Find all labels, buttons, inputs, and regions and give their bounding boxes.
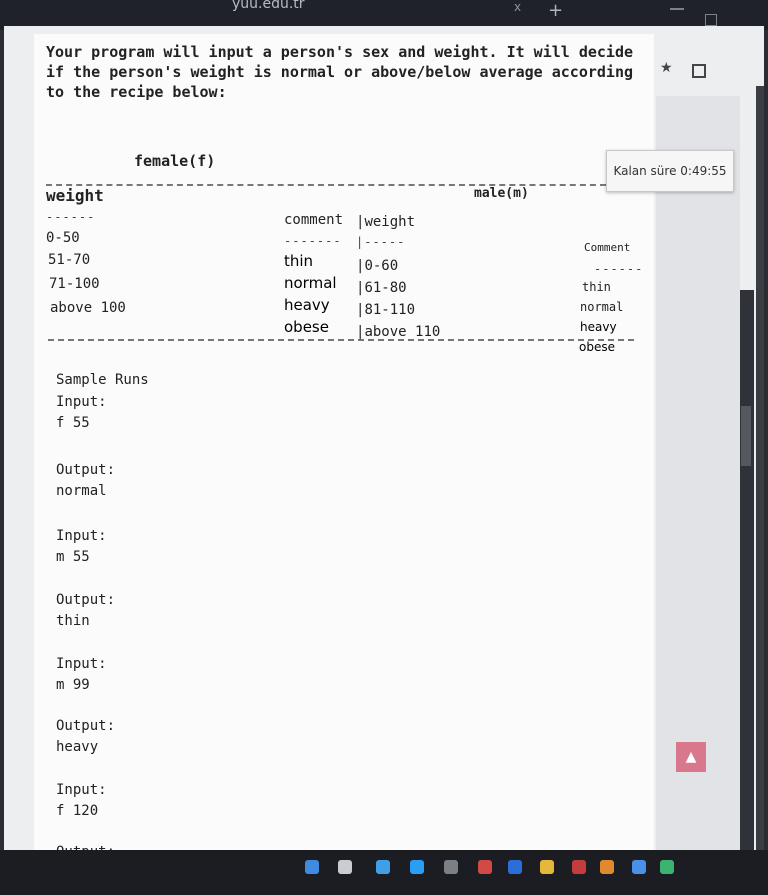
- app-icon[interactable]: [660, 860, 674, 874]
- sample-input-value: f 55: [56, 415, 90, 431]
- female-header: female(f): [134, 152, 216, 170]
- female-weight-cell: 0-50: [46, 230, 80, 246]
- sample-runs-heading: Sample Runs: [56, 372, 149, 388]
- sample-input-value: m 55: [56, 549, 90, 565]
- task-view-icon[interactable]: [338, 860, 352, 874]
- divider-bottom: [48, 339, 634, 341]
- maximize-icon[interactable]: [705, 14, 717, 26]
- scrollbar-thumb[interactable]: [741, 406, 751, 466]
- sample-output-value: heavy: [56, 739, 99, 755]
- app-icon[interactable]: [632, 860, 646, 874]
- male-weight-cell: |above 110: [356, 324, 441, 340]
- dash-row: -------: [284, 234, 342, 248]
- dash-row: ------: [46, 210, 96, 224]
- app-icon[interactable]: [508, 860, 522, 874]
- female-weight-cell: 71-100: [49, 276, 100, 292]
- male-header: male(m): [474, 186, 529, 201]
- male-weight-cell: |0-60: [356, 258, 399, 274]
- sample-output-label: Output:: [56, 462, 116, 478]
- male-weight-cell: |81-110: [356, 302, 416, 318]
- problem-intro: Your program will input a person's sex a…: [46, 43, 633, 101]
- dash-row: ------: [594, 262, 644, 276]
- sample-output-label: Output:: [56, 718, 116, 734]
- sample-output-value: normal: [56, 483, 107, 499]
- close-tab-icon[interactable]: x: [514, 0, 521, 14]
- search-icon[interactable]: [305, 860, 319, 874]
- female-weight-header: weight: [46, 186, 104, 205]
- browser-viewport: G ★ Your program will input a person's s…: [4, 26, 764, 895]
- folder-icon[interactable]: [540, 860, 554, 874]
- sample-output-value: thin: [56, 613, 90, 629]
- male-weight-value: 61-80: [364, 280, 407, 296]
- female-comment-cell: obese: [284, 318, 329, 336]
- male-comment-cell: normal: [580, 300, 624, 314]
- female-weight-cell: 51-70: [48, 252, 91, 268]
- male-comment-header: Comment: [584, 241, 631, 254]
- sample-input-label: Input:: [56, 656, 107, 672]
- sample-input-value: m 99: [56, 677, 90, 693]
- scroll-up-icon[interactable]: ▲: [676, 742, 706, 772]
- side-strip: [756, 86, 764, 866]
- male-weight-header-label: weight: [364, 214, 416, 230]
- sample-input-label: Input:: [56, 782, 107, 798]
- app-icon[interactable]: [478, 860, 492, 874]
- male-comment-cell: heavy: [580, 320, 617, 334]
- male-weight-header: |weight: [356, 214, 416, 230]
- sample-input-label: Input:: [56, 394, 107, 410]
- question-content: Your program will input a person's sex a…: [34, 34, 654, 895]
- dash-row: |-----: [356, 235, 406, 249]
- sample-input-label: Input:: [56, 528, 107, 544]
- minimize-icon[interactable]: [670, 8, 684, 10]
- sample-output-label: Output:: [56, 592, 116, 608]
- file-explorer-icon[interactable]: [376, 860, 390, 874]
- star-icon[interactable]: ★: [660, 60, 673, 76]
- male-weight-value: above 110: [364, 324, 441, 340]
- app-icon[interactable]: [572, 860, 586, 874]
- chrome-icon[interactable]: [600, 860, 614, 874]
- female-weight-cell: above 100: [50, 300, 126, 316]
- male-weight-value: 0-60: [364, 258, 399, 274]
- new-tab-button[interactable]: +: [548, 0, 563, 21]
- edge-icon[interactable]: [410, 860, 424, 874]
- male-comment-cell: thin: [582, 280, 611, 294]
- female-comment-cell: thin: [284, 252, 314, 270]
- extensions-icon[interactable]: [692, 64, 706, 78]
- scrollbar[interactable]: [740, 290, 754, 850]
- female-comment-header: comment: [284, 212, 344, 228]
- male-weight-cell: |61-80: [356, 280, 407, 296]
- store-icon[interactable]: [444, 860, 458, 874]
- female-comment-cell: normal: [284, 274, 337, 292]
- sample-input-value: f 120: [56, 803, 99, 819]
- male-comment-cell: obese: [579, 340, 615, 354]
- female-comment-cell: heavy: [284, 296, 330, 314]
- remaining-time-badge: Kalan süre 0:49:55: [606, 150, 734, 192]
- male-weight-value: 81-110: [364, 302, 416, 318]
- url-text[interactable]: yuu.edu.tr: [232, 0, 305, 12]
